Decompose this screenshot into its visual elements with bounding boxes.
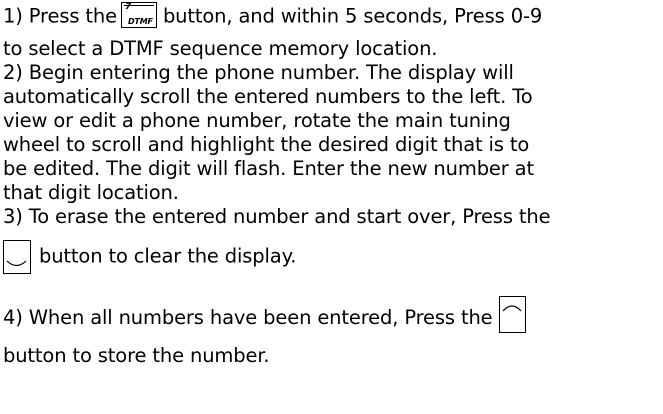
clear-key-glyph <box>6 260 27 267</box>
step-1-text-start: 1) Press the <box>3 4 117 28</box>
step-2-line-6: that digit location. <box>3 181 179 204</box>
clear-key-icon <box>3 240 31 274</box>
step-2-line-3: view or edit a phone number, rotate the … <box>3 109 511 132</box>
step-1-text-end: button, and within 5 seconds, Press 0-9 <box>162 4 543 28</box>
step-2-line-1: 2) Begin entering the phone number. The … <box>3 61 514 84</box>
step-2-line-2: automatically scroll the entered numbers… <box>3 85 533 108</box>
store-key-glyph <box>502 305 521 312</box>
step-4-line-1: 4) When all numbers have been entered, P… <box>3 296 526 337</box>
dtmf-key-icon: 7 DTMF <box>120 2 157 28</box>
step-3-line-1: 3) To erase the entered number and start… <box>3 205 551 228</box>
step-3-text-end: button to clear the display. <box>39 244 297 268</box>
store-key-icon <box>498 296 526 333</box>
step-1-line-1: 1) Press the 7 DTMF button, and within 5 se… <box>3 2 543 30</box>
dtmf-key-label: DTMF <box>127 17 153 26</box>
step-4-line-2: button to store the number. <box>3 344 270 367</box>
step-4-text-start: 4) When all numbers have been entered, P… <box>3 306 493 329</box>
dtmf-key-number: 7 <box>124 2 132 12</box>
step-2-line-4: wheel to scroll and highlight the desire… <box>3 133 530 156</box>
step-1-line-2: to select a DTMF sequence memory locatio… <box>3 37 438 60</box>
step-2-line-5: be edited. The digit will flash. Enter t… <box>3 157 534 180</box>
step-3-line-2: button to clear the display. <box>3 240 296 274</box>
